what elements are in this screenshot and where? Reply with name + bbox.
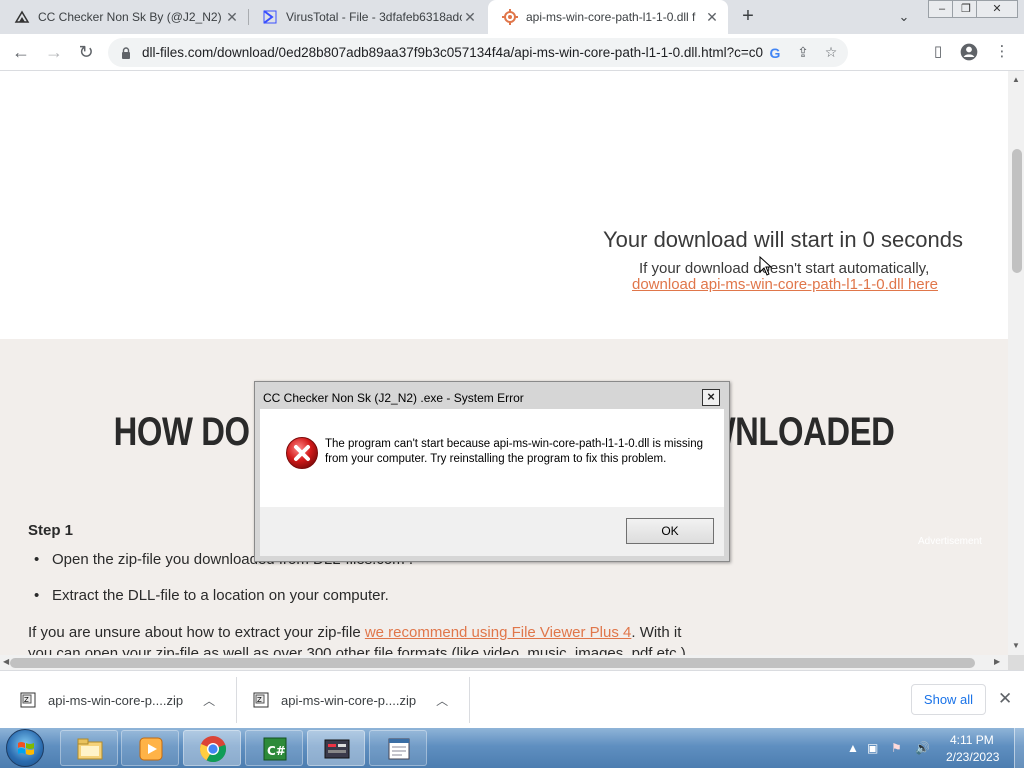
tab-cc-checker[interactable]: CC Checker Non Sk By (@J2_N2) ✕: [0, 0, 248, 34]
taskbar-media-player[interactable]: [121, 730, 179, 766]
media-player-icon: [139, 737, 163, 761]
dialog-title: CC Checker Non Sk (J2_N2) .exe - System …: [263, 391, 524, 405]
google-translate-icon[interactable]: G: [764, 45, 786, 61]
csharp-icon: C#: [263, 737, 287, 761]
scrollbar-thumb[interactable]: [10, 658, 975, 668]
close-shelf-icon[interactable]: ✕: [998, 689, 1012, 709]
virustotal-icon: [263, 10, 277, 24]
dll-files-icon: [502, 9, 518, 25]
forward-button[interactable]: →: [42, 40, 66, 64]
document-icon: [388, 738, 410, 760]
menu-kebab-icon[interactable]: ⋮: [990, 40, 1014, 64]
taskbar-app[interactable]: [307, 730, 365, 766]
dialog-body: The program can't start because api-ms-w…: [260, 409, 724, 507]
download-section: Your download will start in 0 seconds If…: [0, 71, 1008, 339]
scroll-down-arrow-icon[interactable]: ▼: [1011, 641, 1021, 650]
list-item: Extract the DLL-file to a location on yo…: [34, 587, 389, 604]
chevron-up-icon[interactable]: ︿: [436, 692, 448, 709]
download-shelf: Z api-ms-win-core-p....zip ︿ Z api-ms-wi…: [0, 670, 1024, 728]
chevron-up-icon[interactable]: ︿: [203, 692, 215, 709]
close-tab-icon[interactable]: ✕: [704, 9, 720, 26]
taskbar-explorer[interactable]: [60, 730, 118, 766]
tab-dll-files[interactable]: api-ms-win-core-path-l1-1-0.dll f ✕: [488, 0, 728, 34]
windows-taskbar: C# ▲ ▣ ⚑ 🔊 4:11 PM 2/23/2023: [0, 728, 1024, 768]
download-fallback-text: If your download doesn't start automatic…: [639, 260, 930, 277]
chrome-icon: [199, 736, 227, 763]
tab-search-chevron-icon[interactable]: ⌄: [893, 6, 915, 28]
file-explorer-icon: [77, 738, 103, 760]
step-label: Step 1: [28, 522, 74, 539]
paragraph-text: . With it: [631, 624, 682, 641]
taskbar-csharp[interactable]: C#: [245, 730, 303, 766]
scroll-up-arrow-icon[interactable]: ▲: [1011, 75, 1021, 84]
download-filename: api-ms-win-core-p....zip: [281, 692, 417, 708]
scroll-right-arrow-icon[interactable]: ▶: [994, 657, 1000, 666]
side-panel-icon[interactable]: ▯: [926, 40, 950, 64]
svg-text:Z: Z: [24, 696, 29, 704]
url-text[interactable]: dll-files.com/download/0ed28b807adb89aa3…: [142, 45, 764, 60]
error-icon: [286, 437, 318, 469]
start-button[interactable]: [6, 729, 44, 767]
reload-button[interactable]: ↻: [74, 40, 98, 64]
new-tab-button[interactable]: +: [736, 4, 760, 28]
error-message: The program can't start because api-ms-w…: [325, 438, 704, 465]
address-bar[interactable]: dll-files.com/download/0ed28b807adb89aa3…: [108, 38, 848, 67]
profile-avatar-icon[interactable]: [957, 40, 981, 64]
ok-button[interactable]: OK: [626, 518, 714, 544]
browser-toolbar: ← → ↻ dll-files.com/download/0ed28b807ad…: [0, 34, 1024, 71]
tab-title: CC Checker Non Sk By (@J2_N2): [38, 10, 222, 24]
taskbar-document[interactable]: [369, 730, 427, 766]
app-icon: [324, 739, 350, 759]
divider: [236, 677, 237, 723]
scroll-left-arrow-icon[interactable]: ◀: [3, 657, 9, 666]
tab-strip: CC Checker Non Sk By (@J2_N2) ✕ VirusTot…: [0, 0, 1024, 34]
action-center-icon[interactable]: ⚑: [891, 741, 902, 755]
share-icon[interactable]: ⇪: [792, 44, 814, 61]
paragraph-line: you can open your zip-file as well as ov…: [28, 645, 686, 655]
mouse-cursor-icon: [759, 256, 773, 276]
windows-logo-icon: [18, 742, 34, 755]
system-error-dialog: CC Checker Non Sk (J2_N2) .exe - System …: [254, 381, 730, 562]
page-viewport: Your download will start in 0 seconds If…: [0, 71, 1008, 655]
scrollbar-corner: [1008, 655, 1024, 670]
back-button[interactable]: ←: [9, 40, 33, 64]
file-viewer-plus-link[interactable]: we recommend using File Viewer Plus 4: [365, 624, 632, 641]
dialog-close-button[interactable]: ×: [702, 389, 720, 406]
tab-virustotal[interactable]: VirusTotal - File - 3dfafeb6318adc ✕: [248, 0, 486, 34]
volume-icon[interactable]: 🔊: [915, 741, 930, 755]
close-tab-icon[interactable]: ✕: [224, 9, 240, 26]
dialog-footer: OK: [260, 507, 724, 556]
download-filename: api-ms-win-core-p....zip: [48, 692, 184, 708]
tab-title: api-ms-win-core-path-l1-1-0.dll f: [526, 10, 696, 24]
paragraph-text: If you are unsure about how to extract y…: [28, 624, 365, 641]
show-hidden-icons-icon[interactable]: ▲: [847, 741, 859, 755]
download-item[interactable]: Z api-ms-win-core-p....zip ︿: [20, 680, 215, 720]
divider: [469, 677, 470, 723]
network-icon[interactable]: ▣: [867, 741, 878, 755]
ad-label: Advertisement: [918, 536, 982, 547]
svg-text:Z: Z: [257, 696, 262, 704]
download-countdown-heading: Your download will start in 0 seconds: [603, 227, 963, 252]
manual-download-link[interactable]: download api-ms-win-core-path-l1-1-0.dll…: [632, 276, 938, 293]
vertical-scrollbar[interactable]: ▲ ▼: [1008, 71, 1024, 655]
lock-icon: [122, 46, 130, 59]
dialog-titlebar[interactable]: CC Checker Non Sk (J2_N2) .exe - System …: [255, 382, 729, 412]
show-desktop-button[interactable]: [1014, 728, 1024, 768]
scrollbar-thumb[interactable]: [1012, 149, 1022, 273]
taskbar-chrome[interactable]: [183, 730, 241, 766]
show-all-button[interactable]: Show all: [911, 684, 986, 715]
clock-time[interactable]: 4:11 PM: [950, 733, 994, 747]
close-tab-icon[interactable]: ✕: [462, 9, 478, 26]
paragraph: If you are unsure about how to extract y…: [28, 624, 681, 641]
tab-title: VirusTotal - File - 3dfafeb6318adc: [286, 10, 462, 24]
github-like-icon: [14, 10, 30, 23]
horizontal-scrollbar[interactable]: ◀ ▶: [0, 655, 1008, 670]
zip-file-icon: Z: [20, 692, 36, 708]
clock-date[interactable]: 2/23/2023: [946, 750, 999, 764]
download-item[interactable]: Z api-ms-win-core-p....zip ︿: [253, 680, 448, 720]
bookmark-star-icon[interactable]: ☆: [820, 44, 842, 61]
zip-file-icon: Z: [253, 692, 269, 708]
close-window-button[interactable]: ✕: [976, 0, 1018, 18]
svg-text:C#: C#: [267, 744, 286, 758]
